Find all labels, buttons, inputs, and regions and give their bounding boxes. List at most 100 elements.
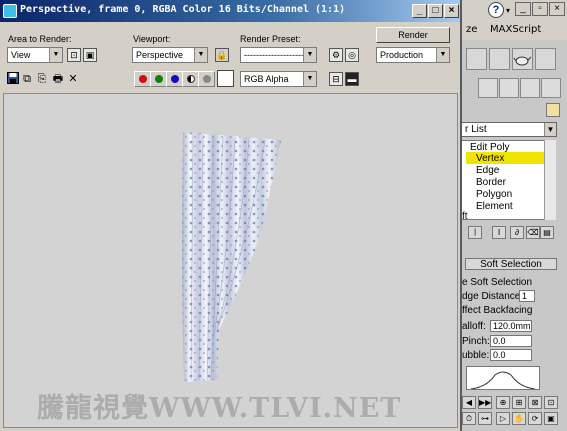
hammer-icon[interactable] xyxy=(541,78,561,98)
make-unique-icon[interactable]: ∂ xyxy=(510,226,524,239)
save-icon[interactable] xyxy=(6,72,20,86)
bubble-label: ubble: xyxy=(462,350,490,361)
modify-tab-icon[interactable] xyxy=(489,48,510,70)
red-channel-icon xyxy=(139,75,147,83)
blue-channel-icon xyxy=(171,75,179,83)
app-icon xyxy=(3,4,17,18)
fov-icon[interactable]: ▷ xyxy=(496,412,510,425)
edit-region-icon[interactable]: ⊡ xyxy=(67,48,81,62)
object-color-swatch[interactable] xyxy=(546,103,560,117)
production-dropdown[interactable]: Production ▼ xyxy=(376,47,450,63)
zoom-all-icon[interactable]: ⊞ xyxy=(512,396,526,409)
use-soft-selection-label[interactable]: e Soft Selection xyxy=(462,277,532,288)
orbit-icon[interactable]: ⟳ xyxy=(528,412,542,425)
help-dropdown-arrow-icon[interactable]: ▾ xyxy=(506,6,510,15)
watermark-text: 騰龍視覺WWW.TLVI.NET xyxy=(37,393,402,424)
clear-icon[interactable]: ✕ xyxy=(66,72,80,86)
render-preset-label: Render Preset: xyxy=(240,34,301,44)
falloff-field[interactable]: 120.0mm xyxy=(490,320,532,332)
viewport-value: Perspective xyxy=(136,50,184,60)
red-channel-button[interactable] xyxy=(134,71,151,87)
utilities-icon[interactable] xyxy=(520,78,540,98)
next-frame-icon[interactable]: ▶▶ xyxy=(478,396,492,409)
chevron-down-icon: ▼ xyxy=(436,48,449,62)
stack-item-polygon[interactable]: Polygon xyxy=(476,189,512,200)
stack-item-edit-poly[interactable]: Edit Poly xyxy=(470,142,509,153)
lock-viewport-icon[interactable]: 🔒 xyxy=(215,48,229,62)
copy-image-icon[interactable]: ⧉ xyxy=(20,72,34,86)
production-value: Production xyxy=(380,50,424,60)
render-frame-window: Perspective, frame 0, RGBA Color 16 Bits… xyxy=(0,0,462,431)
maximize-viewport-icon[interactable]: ▣ xyxy=(544,412,558,425)
max-close-button[interactable]: × xyxy=(549,2,565,16)
environment-icon[interactable]: ◎ xyxy=(345,48,359,62)
close-button[interactable]: × xyxy=(444,4,459,18)
soft-selection-curve xyxy=(466,366,540,390)
green-channel-icon xyxy=(155,75,163,83)
green-channel-button[interactable] xyxy=(150,71,167,87)
render-preset-dropdown[interactable]: -------------------- ▼ xyxy=(240,47,317,63)
print-icon[interactable]: 🖶 xyxy=(51,72,65,86)
toggle-ui-overlay-icon[interactable]: ⊟ xyxy=(329,72,343,86)
mono-button[interactable] xyxy=(198,71,215,87)
motion-tab-icon[interactable] xyxy=(535,48,556,70)
monochrome-icon xyxy=(203,75,211,83)
time-config-icon[interactable]: ⏱ xyxy=(462,412,476,425)
stack-item-vertex[interactable]: Vertex xyxy=(476,153,504,164)
bubble-field[interactable]: 0.0 xyxy=(490,349,532,361)
toggle-ui-icon[interactable]: ▬ xyxy=(345,72,359,86)
stack-item-element[interactable]: Element xyxy=(476,201,513,212)
create-tab-icon[interactable] xyxy=(466,48,487,70)
edge-distance-field[interactable]: 1 xyxy=(519,290,535,302)
rendered-image-area[interactable]: 騰龍視覺WWW.TLVI.NET xyxy=(3,93,458,428)
clone-window-icon[interactable]: ⎘ xyxy=(35,72,49,86)
pan-icon[interactable]: ✋ xyxy=(512,412,526,425)
blue-channel-button[interactable] xyxy=(166,71,183,87)
hierarchy-icon[interactable] xyxy=(478,78,498,98)
help-icon[interactable]: ? xyxy=(488,2,504,18)
maximize-button[interactable]: □ xyxy=(428,4,443,18)
pinch-field[interactable]: 0.0 xyxy=(490,335,532,347)
minimize-button[interactable]: _ xyxy=(412,4,427,18)
configure-sets-icon[interactable]: ▤ xyxy=(540,226,554,239)
display-icon[interactable] xyxy=(499,78,519,98)
edge-distance-label: dge Distance: xyxy=(462,291,524,302)
soft-selection-header[interactable]: Soft Selection xyxy=(465,258,557,270)
max-restore-button[interactable]: ▫ xyxy=(532,2,548,16)
zoom-extents-all-icon[interactable]: ⊡ xyxy=(544,396,558,409)
alpha-channel-button[interactable] xyxy=(182,71,199,87)
pin-stack-icon[interactable]: ㅣ xyxy=(468,226,482,239)
modifier-list-dropdown[interactable]: r List xyxy=(460,122,557,137)
area-to-render-value: View xyxy=(11,50,31,60)
background-color-swatch[interactable] xyxy=(217,70,234,87)
render-preset-value: -------------------- xyxy=(244,50,304,60)
menu-item-maxscript[interactable]: MAXScript xyxy=(490,24,541,35)
key-mode-icon[interactable]: ⊶ xyxy=(478,412,492,425)
auto-region-icon[interactable]: ▣ xyxy=(83,48,97,62)
zoom-icon[interactable]: ⊕ xyxy=(496,396,510,409)
window-title: Perspective, frame 0, RGBA Color 16 Bits… xyxy=(20,4,346,15)
stack-item-border[interactable]: Border xyxy=(476,177,506,188)
show-end-result-icon[interactable]: Ⅰ xyxy=(492,226,506,239)
falloff-label: alloff: xyxy=(462,321,486,332)
area-to-render-dropdown[interactable]: View ▼ xyxy=(7,47,63,63)
teapot-icon[interactable] xyxy=(512,48,533,70)
title-bar[interactable]: Perspective, frame 0, RGBA Color 16 Bits… xyxy=(0,0,460,22)
menu-item-customize[interactable]: ze xyxy=(466,24,477,35)
render-button[interactable]: Render xyxy=(376,27,450,43)
remove-modifier-icon[interactable]: ⌫ xyxy=(526,226,540,239)
stack-item-edge[interactable]: Edge xyxy=(476,165,499,176)
prev-frame-icon[interactable]: ◀ xyxy=(462,396,476,409)
channel-display-dropdown[interactable]: RGB Alpha ▼ xyxy=(240,71,317,87)
render-setup-icon[interactable]: ⚙ xyxy=(329,48,343,62)
chevron-down-icon: ▼ xyxy=(49,48,62,62)
viewport-label: Viewport: xyxy=(133,34,171,44)
max-minimize-button[interactable]: _ xyxy=(515,2,531,16)
affect-backfacing-label[interactable]: ffect Backfacing xyxy=(462,305,532,316)
chevron-down-icon[interactable]: ▼ xyxy=(544,123,556,136)
viewport-dropdown[interactable]: Perspective ▼ xyxy=(132,47,208,63)
stack-item-soft[interactable]: ft xyxy=(462,211,468,222)
stack-scrollbar[interactable] xyxy=(544,140,556,220)
chevron-down-icon: ▼ xyxy=(303,72,316,86)
zoom-extents-icon[interactable]: ⊠ xyxy=(528,396,542,409)
